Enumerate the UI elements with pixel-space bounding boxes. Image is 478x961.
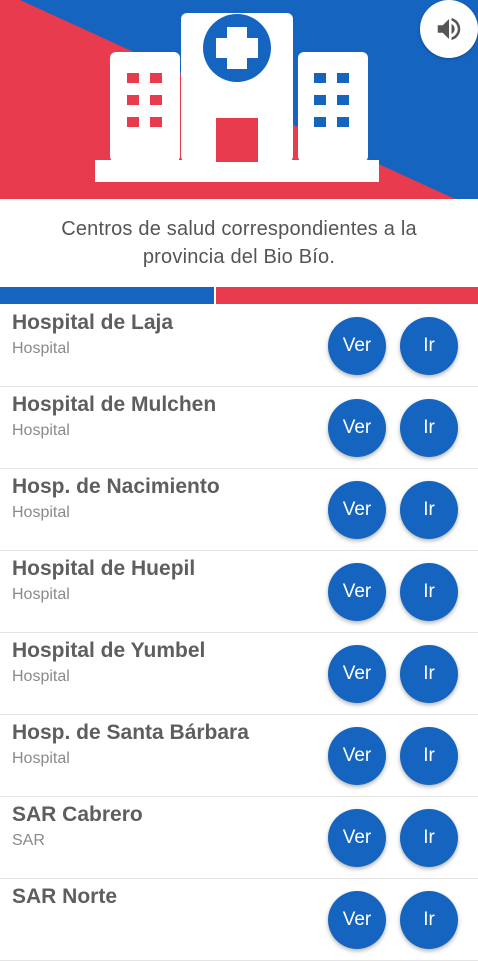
flag-red-segment [214, 287, 478, 304]
center-name: Hospital de Huepil [12, 557, 196, 580]
health-center-list: Hospital de Laja Hospital Ver Ir Hospita… [0, 305, 478, 961]
ver-button[interactable]: Ver [328, 399, 386, 457]
center-name: Hospital de Mulchen [12, 393, 217, 416]
ir-button[interactable]: Ir [400, 809, 458, 867]
ir-button[interactable]: Ir [400, 645, 458, 703]
list-item: Hospital de Laja Hospital Ver Ir [0, 305, 478, 387]
list-item: Hosp. de Santa Bárbara Hospital Ver Ir [0, 715, 478, 797]
center-name: Hosp. de Nacimiento [12, 475, 220, 498]
ver-button[interactable]: Ver [328, 481, 386, 539]
center-name: Hospital de Yumbel [12, 639, 206, 662]
page-subtitle: Centros de salud correspondientes a la p… [61, 218, 417, 268]
list-item: SAR Cabrero SAR Ver Ir [0, 797, 478, 879]
ir-button[interactable]: Ir [400, 481, 458, 539]
ver-button[interactable]: Ver [328, 645, 386, 703]
center-name: Hospital de Laja [12, 311, 174, 334]
ver-button[interactable]: Ver [328, 317, 386, 375]
center-name: SAR Cabrero [12, 803, 143, 826]
center-type: Hospital [12, 504, 70, 521]
sound-button[interactable] [420, 0, 478, 58]
center-type: Hospital [12, 668, 70, 685]
list-item: Hospital de Yumbel Hospital Ver Ir [0, 633, 478, 715]
header-banner [0, 0, 478, 199]
ir-button[interactable]: Ir [400, 563, 458, 621]
list-item: Hospital de Mulchen Hospital Ver Ir [0, 387, 478, 469]
ver-button[interactable]: Ver [328, 563, 386, 621]
list-item: Hosp. de Nacimiento Hospital Ver Ir [0, 469, 478, 551]
center-type: Hospital [12, 750, 70, 767]
ir-button[interactable]: Ir [400, 399, 458, 457]
flag-divider [0, 287, 478, 304]
ver-button[interactable]: Ver [328, 727, 386, 785]
center-type: Hospital [12, 422, 70, 439]
ver-button[interactable]: Ver [328, 809, 386, 867]
flag-blue-segment [0, 287, 215, 304]
ir-button[interactable]: Ir [400, 727, 458, 785]
ir-button[interactable]: Ir [400, 317, 458, 375]
list-item: SAR Norte Ver Ir [0, 879, 478, 961]
hospital-banner-graphic [0, 0, 478, 199]
center-name: Hosp. de Santa Bárbara [12, 721, 249, 744]
center-name: SAR Norte [12, 885, 118, 908]
speaker-icon [437, 18, 461, 40]
center-type: Hospital [12, 340, 70, 357]
list-item: Hospital de Huepil Hospital Ver Ir [0, 551, 478, 633]
center-type: SAR [12, 832, 45, 849]
center-type: Hospital [12, 586, 70, 603]
